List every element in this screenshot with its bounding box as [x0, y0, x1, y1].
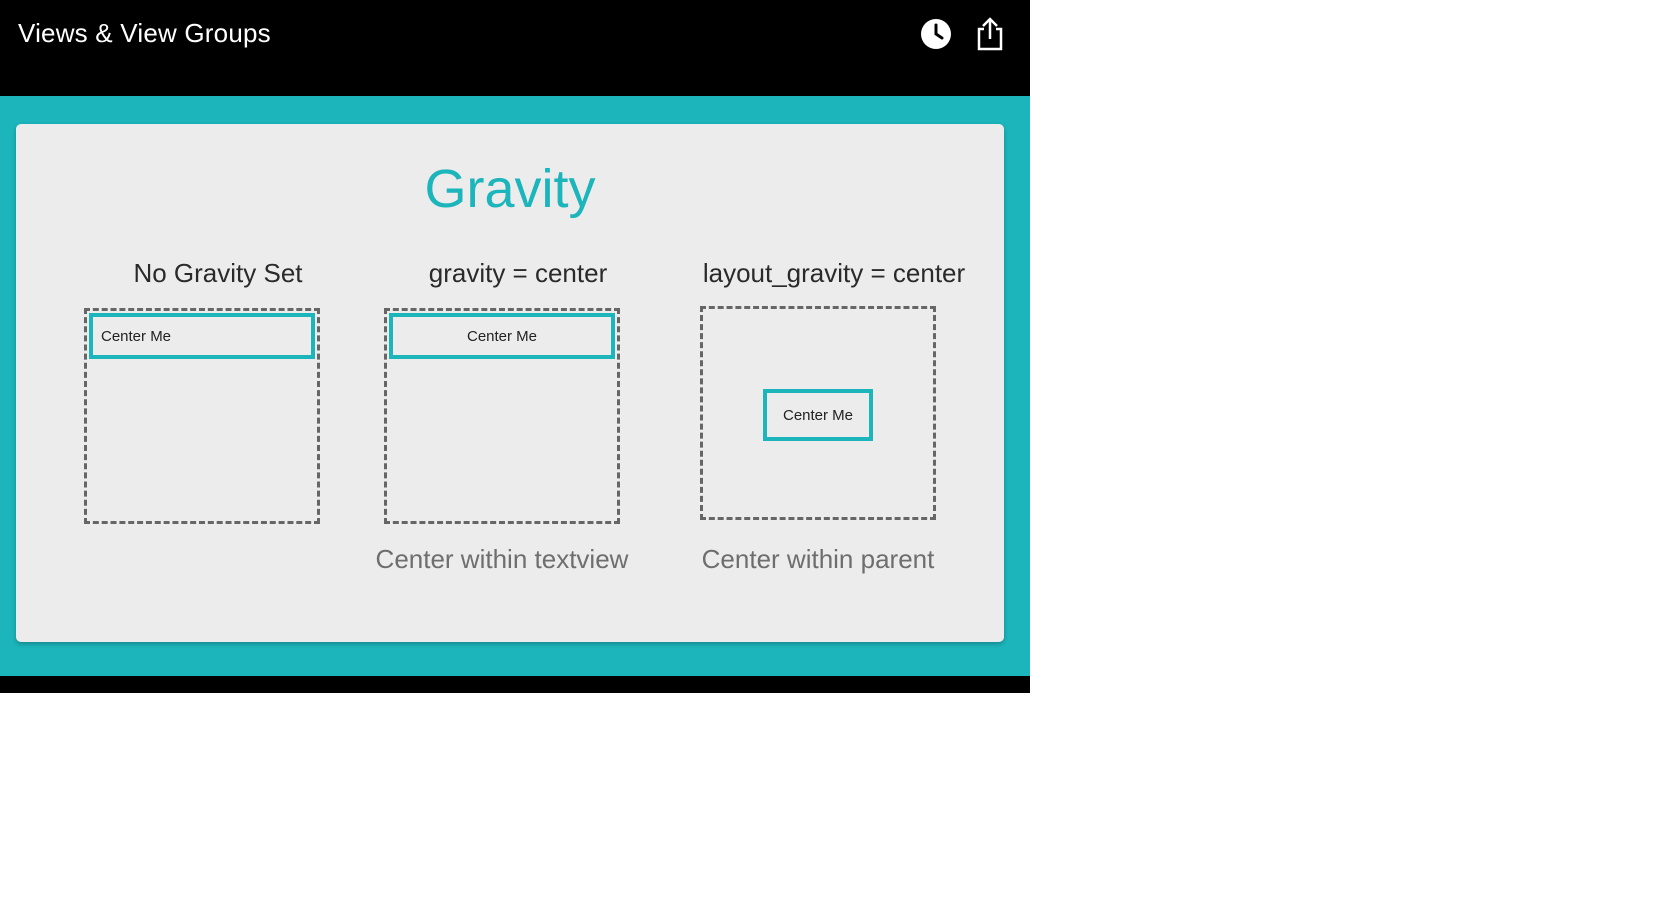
- textview-label: Center Me: [101, 327, 172, 345]
- textview-label: Center Me: [466, 327, 538, 345]
- slide-card: Gravity No Gravity Set Center Me gravity…: [16, 124, 1004, 642]
- column-heading-layout-gravity-center: layout_gravity = center: [702, 258, 966, 288]
- player-top-bar: Views & View Groups: [0, 0, 1030, 96]
- textview-center-me: Center Me: [89, 313, 315, 359]
- share-button[interactable]: [970, 16, 1010, 56]
- parent-box-no-gravity: Center Me: [84, 308, 320, 524]
- video-title: Views & View Groups: [18, 18, 271, 48]
- column-heading-no-gravity: No Gravity Set: [133, 258, 303, 288]
- share-icon: [975, 16, 1005, 57]
- parent-box-layout-gravity-center: Center Me: [700, 306, 936, 520]
- caption-center-within-textview: Center within textview: [375, 544, 629, 574]
- parent-box-gravity-center: Center Me: [384, 308, 620, 524]
- watch-later-button[interactable]: [916, 16, 956, 56]
- textview-center-me: Center Me: [763, 389, 873, 441]
- textview-label: Center Me: [782, 406, 854, 424]
- column-heading-gravity-center: gravity = center: [428, 258, 608, 288]
- video-player[interactable]: Views & View Groups Gravity No Gravity S…: [0, 0, 1030, 693]
- caption-center-within-parent: Center within parent: [701, 544, 935, 574]
- textview-center-me: Center Me: [389, 313, 615, 359]
- clock-icon: [920, 18, 952, 55]
- slide-title: Gravity: [424, 159, 596, 219]
